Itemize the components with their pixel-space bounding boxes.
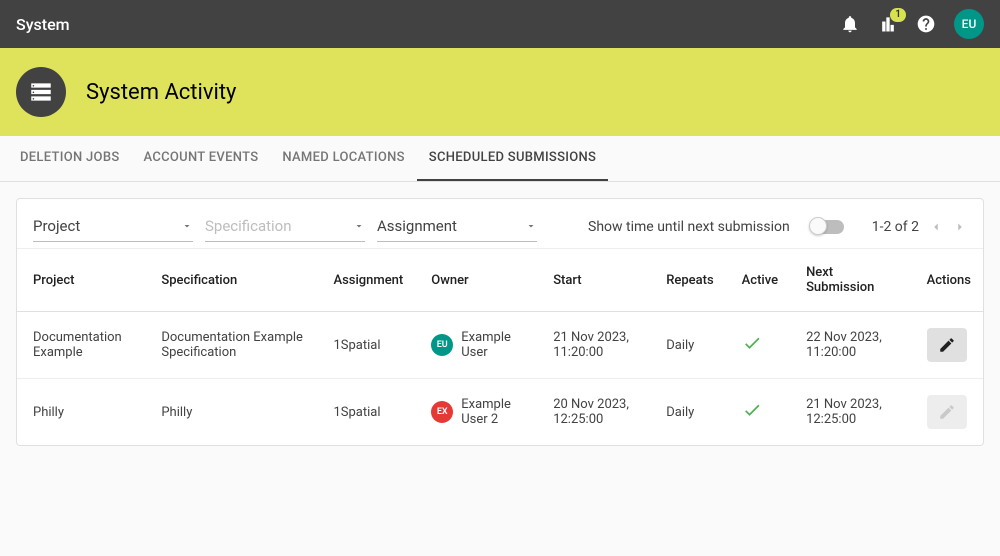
user-avatar[interactable]: EU xyxy=(954,9,984,39)
chevron-right-icon[interactable] xyxy=(953,220,967,234)
chevron-left-icon[interactable] xyxy=(929,220,943,234)
pager-text: 1-2 of 2 xyxy=(872,219,919,235)
page-title: System Activity xyxy=(86,80,236,105)
switch-thumb xyxy=(809,217,827,235)
time-toggle-switch[interactable] xyxy=(810,220,844,234)
cell-specification: Philly xyxy=(145,379,317,446)
pencil-icon xyxy=(938,403,956,421)
cell-project: Philly xyxy=(17,379,145,446)
cell-assignment: 1Spatial xyxy=(317,379,415,446)
chevron-down-icon xyxy=(181,220,193,232)
top-bar: System 1 EU xyxy=(0,0,1000,48)
cell-project: Documentation Example xyxy=(17,312,145,379)
page-header: System Activity xyxy=(0,48,1000,136)
tab-deletion-jobs[interactable]: DELETION JOBS xyxy=(8,136,132,181)
page-header-icon xyxy=(16,67,66,117)
tab-account-events[interactable]: ACCOUNT EVENTS xyxy=(132,136,271,181)
cell-start: 21 Nov 2023, 11:20:00 xyxy=(537,312,650,379)
cell-active xyxy=(726,312,790,379)
chevron-down-icon xyxy=(525,220,537,232)
edit-button[interactable] xyxy=(927,328,967,362)
owner-avatar: EU xyxy=(431,334,453,356)
cell-actions xyxy=(911,379,983,446)
time-toggle-label: Show time until next submission xyxy=(588,219,790,235)
submissions-table: Project Specification Assignment Owner S… xyxy=(17,249,983,445)
th-next: Next Submission xyxy=(790,249,911,312)
cell-actions xyxy=(911,312,983,379)
th-project: Project xyxy=(17,249,145,312)
assignment-filter[interactable]: Assignment xyxy=(377,211,537,242)
tab-scheduled-submissions[interactable]: SCHEDULED SUBMISSIONS xyxy=(417,136,608,181)
cell-next-submission: 22 Nov 2023, 11:20:00 xyxy=(790,312,911,379)
cell-active xyxy=(726,379,790,446)
th-active: Active xyxy=(726,249,790,312)
owner-avatar: EX xyxy=(431,401,453,423)
cell-repeats: Daily xyxy=(650,312,725,379)
table-header-row: Project Specification Assignment Owner S… xyxy=(17,249,983,312)
project-filter-label: Project xyxy=(33,217,80,235)
project-filter[interactable]: Project xyxy=(33,211,193,242)
assignment-filter-label: Assignment xyxy=(377,217,457,235)
cell-next-submission: 21 Nov 2023, 12:25:00 xyxy=(790,379,911,446)
check-icon xyxy=(742,400,762,420)
edit-button xyxy=(927,395,967,429)
specification-filter-placeholder: Specification xyxy=(205,217,292,235)
analytics-icon[interactable]: 1 xyxy=(878,14,898,34)
th-owner: Owner xyxy=(415,249,537,312)
tabs: DELETION JOBS ACCOUNT EVENTS NAMED LOCAT… xyxy=(0,136,1000,182)
cell-start: 20 Nov 2023, 12:25:00 xyxy=(537,379,650,446)
th-assignment: Assignment xyxy=(317,249,415,312)
notifications-icon[interactable] xyxy=(840,14,860,34)
check-icon xyxy=(742,333,762,353)
specification-filter[interactable]: Specification xyxy=(205,211,365,242)
cell-repeats: Daily xyxy=(650,379,725,446)
table-row: Documentation ExampleDocumentation Examp… xyxy=(17,312,983,379)
top-bar-actions: 1 EU xyxy=(840,9,984,39)
cell-owner: EU Example User xyxy=(415,312,537,379)
tab-named-locations[interactable]: NAMED LOCATIONS xyxy=(270,136,416,181)
owner-name: Example User xyxy=(461,330,525,360)
app-title: System xyxy=(16,15,70,34)
analytics-badge: 1 xyxy=(890,8,906,22)
th-specification: Specification xyxy=(145,249,317,312)
content: Project Specification Assignment Show ti… xyxy=(0,182,1000,462)
th-actions: Actions xyxy=(911,249,983,312)
pager: 1-2 of 2 xyxy=(872,219,967,235)
th-start: Start xyxy=(537,249,650,312)
chevron-down-icon xyxy=(353,220,365,232)
help-icon[interactable] xyxy=(916,14,936,34)
cell-owner: EX Example User 2 xyxy=(415,379,537,446)
filter-row: Project Specification Assignment Show ti… xyxy=(17,199,983,249)
cell-specification: Documentation Example Specification xyxy=(145,312,317,379)
owner-name: Example User 2 xyxy=(461,397,525,427)
table-row: PhillyPhilly1SpatialEXExample User 220 N… xyxy=(17,379,983,446)
cell-assignment: 1Spatial xyxy=(317,312,415,379)
server-icon xyxy=(28,79,54,105)
pencil-icon xyxy=(938,336,956,354)
card: Project Specification Assignment Show ti… xyxy=(16,198,984,446)
th-repeats: Repeats xyxy=(650,249,725,312)
